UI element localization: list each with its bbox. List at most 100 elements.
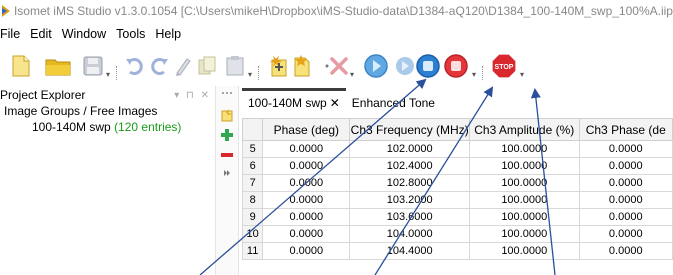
row-number: 8: [242, 191, 264, 209]
play-small-icon[interactable]: [219, 166, 235, 180]
column-header[interactable]: Ch3 Phase (de: [578, 118, 673, 141]
table-row[interactable]: 8 0.0000 103.2000 100.0000 0.0000: [242, 191, 673, 209]
new-image-small-icon[interactable]: [219, 108, 235, 122]
table-row[interactable]: 5 0.0000 102.0000 100.0000 0.0000: [242, 140, 673, 158]
table-cell[interactable]: 0.0000: [578, 140, 673, 158]
table-cell[interactable]: 0.0000: [262, 174, 351, 192]
table-cell[interactable]: 0.0000: [262, 140, 351, 158]
menu-tools[interactable]: Tools: [111, 27, 150, 41]
close-tab-icon[interactable]: ✕: [330, 96, 340, 110]
add-small-icon[interactable]: [219, 128, 235, 142]
save-dropdown-icon[interactable]: ▾: [106, 70, 110, 79]
stop-sign-dropdown-icon[interactable]: ▾: [520, 70, 524, 79]
table-row[interactable]: 6 0.0000 102.4000 100.0000 0.0000: [242, 157, 673, 175]
corner-cell: [242, 118, 264, 141]
delete-dropdown-icon[interactable]: ▾: [350, 70, 354, 79]
table-cell[interactable]: 0.0000: [262, 157, 351, 175]
table-cell[interactable]: 0.0000: [578, 157, 673, 175]
table-cell[interactable]: 100.0000: [469, 140, 580, 158]
table-cell[interactable]: 103.6000: [349, 208, 470, 226]
table-body: 5 0.0000 102.0000 100.0000 0.0000 6 0.0000 102.…: [242, 140, 673, 260]
menu-window[interactable]: Window: [57, 27, 111, 41]
table-cell[interactable]: 100.0000: [469, 208, 580, 226]
table-cell[interactable]: 100.0000: [469, 191, 580, 209]
image-data-grid: Phase (deg) Ch3 Frequency (MHz) Ch3 Ampl…: [242, 118, 673, 275]
stop-sign-icon[interactable]: STOP: [490, 52, 518, 80]
column-header[interactable]: Ch3 Amplitude (%): [469, 118, 580, 141]
remove-small-icon[interactable]: [219, 148, 235, 162]
stop-blue-icon[interactable]: [414, 52, 442, 80]
menu-edit[interactable]: Edit: [25, 27, 57, 41]
app-icon: [2, 5, 10, 17]
table-cell[interactable]: 100.0000: [469, 174, 580, 192]
row-number: 10: [242, 225, 264, 243]
table-cell[interactable]: 100.0000: [469, 242, 580, 260]
delete-icon[interactable]: [326, 52, 352, 80]
table-cell[interactable]: 102.4000: [349, 157, 470, 175]
row-number: 6: [242, 157, 264, 175]
table-row[interactable]: 11 0.0000 104.4000 100.0000 0.0000: [242, 242, 673, 260]
row-number: 11: [242, 242, 264, 260]
toolbar: ▾ ▾ ▾ ▾ STOP ▾: [0, 48, 673, 84]
tab-label: 100-140M swp: [248, 96, 327, 110]
side-button-strip: [215, 86, 239, 275]
more-dots-icon: [219, 86, 235, 100]
stop-dropdown-icon[interactable]: ▾: [472, 70, 476, 79]
table-cell[interactable]: 0.0000: [262, 191, 351, 209]
add-icon[interactable]: [290, 52, 316, 80]
edit-icon[interactable]: [170, 52, 196, 80]
new-file-icon[interactable]: [8, 52, 34, 80]
table-cell[interactable]: 104.0000: [349, 225, 470, 243]
table-row[interactable]: 9 0.0000 103.6000 100.0000 0.0000: [242, 208, 673, 226]
menu-help[interactable]: Help: [150, 27, 186, 41]
window-title: Isomet iMS Studio v1.3.0.1054 [C:\Users\…: [13, 4, 673, 18]
table-cell[interactable]: 0.0000: [262, 208, 351, 226]
new-image-icon[interactable]: [266, 52, 292, 80]
column-header[interactable]: Phase (deg): [262, 118, 351, 141]
row-number: 5: [242, 140, 264, 158]
table-cell[interactable]: 100.0000: [469, 225, 580, 243]
toolbar-separator: [116, 66, 118, 80]
copy-icon[interactable]: [194, 52, 220, 80]
table-cell[interactable]: 0.0000: [578, 208, 673, 226]
stop-red-icon[interactable]: [442, 52, 470, 80]
explorer-header: Project Explorer ▾ ⊓ ✕: [0, 86, 215, 104]
save-icon[interactable]: [80, 52, 106, 80]
table-cell[interactable]: 0.0000: [578, 225, 673, 243]
table-header-row: Phase (deg) Ch3 Frequency (MHz) Ch3 Ampl…: [242, 118, 673, 141]
tree-image-node[interactable]: 100-140M swp (120 entries): [0, 120, 215, 136]
tree-group-node[interactable]: Image Groups / Free Images: [0, 104, 215, 120]
data-table: Phase (deg) Ch3 Frequency (MHz) Ch3 Ampl…: [242, 118, 673, 260]
table-cell[interactable]: 0.0000: [578, 242, 673, 260]
table-cell[interactable]: 100.0000: [469, 157, 580, 175]
image-name: 100-140M swp: [32, 120, 111, 134]
table-cell[interactable]: 0.0000: [578, 174, 673, 192]
paste-icon[interactable]: [222, 52, 248, 80]
menu-file[interactable]: File: [0, 27, 25, 41]
play-icon[interactable]: [362, 52, 390, 80]
undo-icon[interactable]: [122, 52, 148, 80]
table-cell[interactable]: 102.8000: [349, 174, 470, 192]
table-cell[interactable]: 102.0000: [349, 140, 470, 158]
toolbar-separator: [482, 66, 484, 80]
document-tabs: 100-140M swp ✕ Enhanced Tone: [242, 88, 441, 114]
redo-icon[interactable]: [146, 52, 172, 80]
table-row[interactable]: 10 0.0000 104.0000 100.0000 0.0000: [242, 225, 673, 243]
tab-label: Enhanced Tone: [351, 96, 435, 110]
table-cell[interactable]: 0.0000: [262, 225, 351, 243]
tab-enhanced-tone[interactable]: Enhanced Tone: [346, 88, 441, 114]
tab-100-140m-swp[interactable]: 100-140M swp ✕: [242, 88, 346, 114]
explorer-pin-controls[interactable]: ▾ ⊓ ✕: [174, 90, 211, 101]
menu-bar: File Edit Window Tools Help: [0, 24, 186, 44]
table-cell[interactable]: 103.2000: [349, 191, 470, 209]
image-entry-count: (120 entries): [114, 120, 182, 134]
explorer-title: Project Explorer: [0, 88, 86, 102]
open-folder-icon[interactable]: [44, 52, 72, 80]
table-cell[interactable]: 104.4000: [349, 242, 470, 260]
table-cell[interactable]: 0.0000: [578, 191, 673, 209]
table-cell[interactable]: 0.0000: [262, 242, 351, 260]
table-row[interactable]: 7 0.0000 102.8000 100.0000 0.0000: [242, 174, 673, 192]
column-header[interactable]: Ch3 Frequency (MHz): [349, 118, 470, 141]
row-number: 9: [242, 208, 264, 226]
paste-dropdown-icon[interactable]: ▾: [248, 70, 252, 79]
